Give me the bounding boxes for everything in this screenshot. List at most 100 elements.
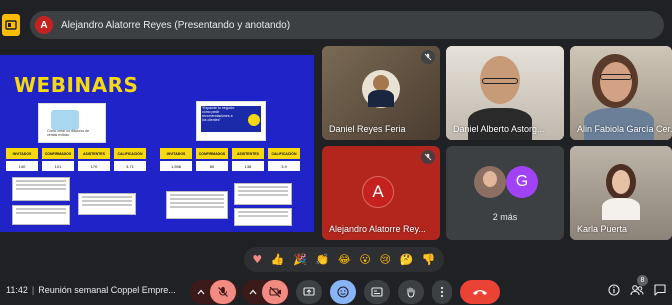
mic-off-icon [218,287,228,297]
metric-label: INVITADOS [6,148,38,159]
note-line [170,206,224,208]
note-line [82,196,132,198]
note-line [170,198,224,200]
reaction-sad[interactable]: 😢 [379,253,390,266]
webinar-thumbnail-2: “Expande tu negocio: cómo pedir recomend… [196,101,266,141]
participant-avatar: G [506,166,538,198]
note-line [16,212,66,214]
mic-toggle-button[interactable] [210,280,236,304]
feedback-note [12,205,70,225]
metric-value: 140 [6,161,38,171]
chevron-up-icon[interactable] [192,289,210,295]
leave-call-button[interactable] [460,280,500,304]
glasses [482,78,518,84]
captions-icon [371,287,383,297]
side-panel-controls: 8 [608,275,666,301]
metric-label: CALIFICACIÓN [268,148,300,159]
participant-name: Alejandro Alatorre Rey... [329,224,426,234]
presenter-label: Alejandro Alatorre Reyes (Presentando y … [61,19,291,31]
captions-button[interactable] [364,280,390,304]
thumbnail-illustration [51,110,79,130]
presenter-banner[interactable]: A Alejandro Alatorre Reyes (Presentando … [30,11,664,39]
participant-name: Karla Puerta [577,224,628,234]
separator: | [31,285,35,295]
note-line [170,202,224,204]
participant-tile[interactable]: A Alejandro Alatorre Rey... [322,146,440,240]
participant-tile[interactable]: Karla Puerta [570,146,672,240]
reaction-thinking[interactable]: 🤔 [400,253,414,266]
thumbnail-caption: “Expande tu negocio: cómo pedir recomend… [202,106,236,122]
participants-count-badge: 8 [637,275,648,286]
participant-avatar: A [362,176,394,208]
reaction-party[interactable]: 🎉 [293,253,307,266]
reaction-clap[interactable]: 👏 [316,253,330,266]
thumbnail-caption: Cómo crear un discurso de ventas exitoso [47,129,90,137]
reaction-thumbs-up[interactable]: 👍 [271,253,285,266]
metric-asistentes: ASISTENTES 138 [232,148,264,171]
metric-value: 80 [196,161,228,171]
metric-label: INVITADOS [160,148,192,159]
more-participants-label: 2 más [492,212,518,222]
present-screen-button[interactable] [296,280,322,304]
note-line [16,208,66,210]
metrics-left: INVITADOS 140 CONFIRMADOS 101 ASISTENTES… [6,148,150,171]
camera-toggle-button[interactable] [262,280,288,304]
raise-hand-button[interactable] [398,280,424,304]
metric-calificacion: CALIFICACIÓN 3.71 [114,148,146,171]
person-head [373,75,389,91]
person-head [483,171,497,187]
more-options-button[interactable] [432,280,452,304]
chevron-up-icon[interactable] [244,289,262,295]
participant-name: Daniel Alberto Astorg... [453,124,545,134]
metric-label: ASISTENTES [232,148,264,159]
feedback-note [12,177,70,201]
person-body [602,198,640,220]
info-icon [608,284,620,296]
reaction-thumbs-down[interactable]: 👎 [422,253,436,266]
hand-icon [407,287,415,298]
presentation-slide[interactable]: WEBINARS Cómo crear un discurso de venta… [0,55,314,232]
participant-tile[interactable]: Alin Fabiola García Cer... [570,46,672,140]
note-line [238,186,288,188]
chat-button[interactable] [654,283,666,301]
more-participants-tile[interactable]: G 2 más [446,146,564,240]
meet-app-icon[interactable] [2,14,20,36]
meeting-title: Reunión semanal Coppel Empre... [38,285,176,295]
metric-confirmados: CONFIRMADOS 101 [42,148,74,171]
metric-calificacion: CALIFICACIÓN 3.9 [268,148,300,171]
meeting-details-button[interactable] [608,283,620,301]
metric-value: 3.71 [114,161,146,171]
note-line [82,204,132,206]
metric-value: 3.9 [268,161,300,171]
chat-icon [654,284,666,296]
reaction-laugh[interactable]: 😂 [338,253,351,266]
webinar-thumbnail-1: Cómo crear un discurso de ventas exitoso [38,103,106,143]
feedback-note [166,191,228,219]
participant-thumbnail [474,166,506,198]
participant-tile[interactable]: Daniel Alberto Astorg... [446,46,564,140]
metrics-right: INVITADOS 1,598 CONFIRMADOS 80 ASISTENTE… [160,148,304,171]
person-head [612,170,630,194]
meeting-info: 11:42 | Reunión semanal Coppel Empre... [6,285,176,295]
note-line [238,194,288,196]
person-body [368,90,394,107]
people-button[interactable]: 8 [630,275,648,301]
metric-label: ASISTENTES [78,148,110,159]
feedback-note [234,183,292,205]
meet-window: A Alejandro Alatorre Reyes (Presentando … [0,0,672,305]
reaction-heart[interactable]: ♥ [252,253,262,266]
camera-off-icon [268,286,281,298]
participant-tile[interactable]: Daniel Reyes Feria [322,46,440,140]
participant-name: Daniel Reyes Feria [329,124,406,134]
metric-asistentes: ASISTENTES 170 [78,148,110,171]
note-line [82,200,132,202]
slide-title: WEBINARS [14,73,139,97]
note-line [170,194,224,196]
metric-value: 1,598 [160,161,192,171]
thumbnail-yellow-circle [248,114,260,126]
reaction-surprised[interactable]: 😮 [359,253,370,266]
metric-invitados: INVITADOS 140 [6,148,38,171]
metric-confirmados: CONFIRMADOS 80 [196,148,228,171]
reactions-button[interactable] [330,280,356,304]
glasses [600,74,632,80]
